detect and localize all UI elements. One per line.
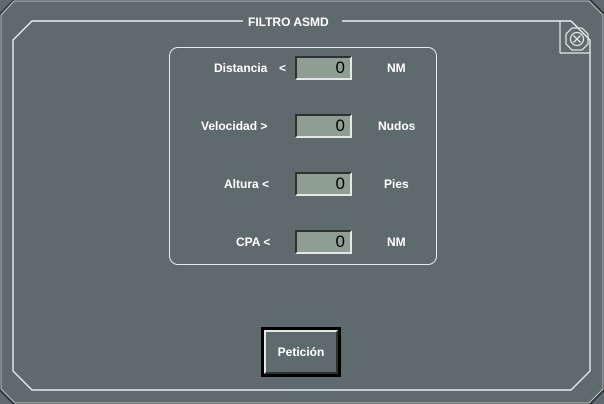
altitude-input[interactable] bbox=[295, 172, 352, 196]
speed-label: Velocidad > bbox=[201, 119, 268, 133]
cpa-unit: NM bbox=[387, 235, 406, 249]
close-button[interactable] bbox=[563, 27, 591, 51]
speed-input[interactable] bbox=[295, 114, 352, 138]
speed-unit: Nudos bbox=[378, 119, 416, 133]
request-button-frame: Petición bbox=[261, 327, 341, 377]
cpa-input[interactable] bbox=[295, 230, 352, 254]
distance-input[interactable] bbox=[295, 56, 352, 80]
distance-operator: < bbox=[279, 61, 287, 75]
altitude-unit: Pies bbox=[384, 177, 409, 191]
distance-label: Distancia bbox=[214, 61, 268, 75]
altitude-label: Altura < bbox=[224, 177, 270, 191]
close-circle-x-icon bbox=[565, 27, 589, 51]
request-button[interactable]: Petición bbox=[264, 330, 338, 374]
distance-unit: NM bbox=[387, 61, 406, 75]
asmd-filter-panel: FILTRO ASMD Distancia < NM Velocidad > N… bbox=[0, 0, 604, 404]
cpa-label: CPA < bbox=[236, 235, 271, 249]
window-title: FILTRO ASMD bbox=[243, 15, 334, 29]
